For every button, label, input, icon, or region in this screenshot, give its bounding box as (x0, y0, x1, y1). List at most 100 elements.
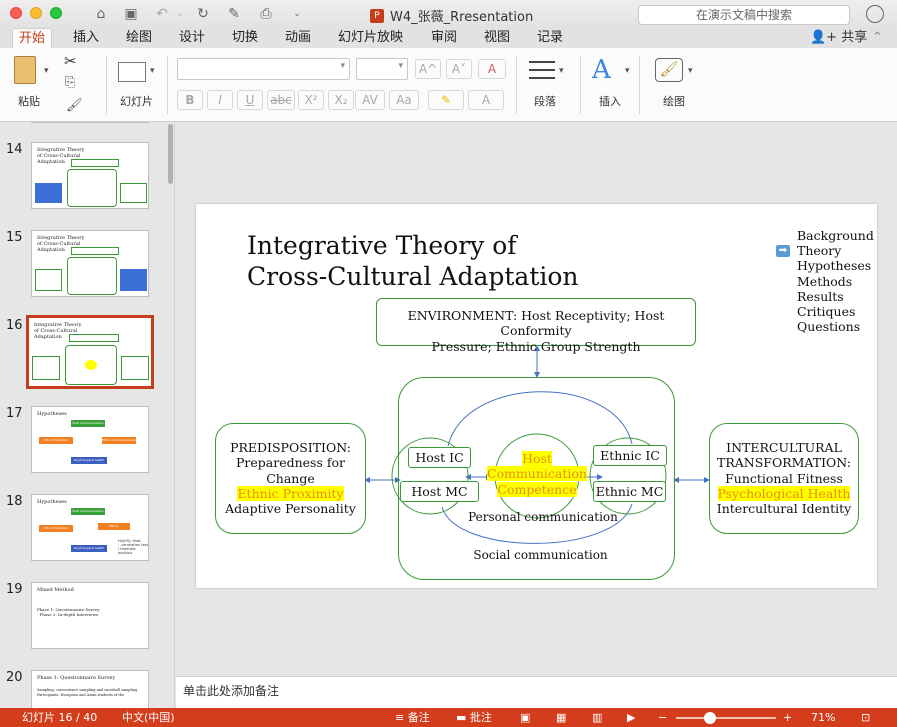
title-bar: ⌂ ▣ ↶ ⌄ ↻ ✎ ⎙ ⌄ P W4_张薇_Rresentation 在演示… (0, 0, 897, 28)
font-size-select[interactable]: ▾ (356, 58, 408, 80)
customize-toolbar-icon[interactable]: ⌄ (287, 5, 307, 23)
notes-pane[interactable]: 单击此处添加备注 (176, 676, 897, 708)
collapse-ribbon-icon[interactable]: ⌃ (872, 28, 883, 48)
normal-view-icon[interactable]: ▣ (520, 708, 530, 727)
new-slide-icon[interactable] (118, 62, 146, 82)
clear-format-icon[interactable]: A (478, 59, 506, 79)
thumbnail-box (32, 356, 60, 380)
share-button[interactable]: 👤+ 共享 (810, 28, 867, 48)
nav-item-critiques[interactable]: Critiques (797, 304, 874, 319)
underline-button[interactable]: U (237, 90, 263, 110)
undo-icon[interactable]: ↶ (152, 5, 172, 23)
intercultural-transformation-box[interactable]: INTERCULTURAL TRANSFORMATION: Functional… (709, 423, 859, 534)
paragraph-button[interactable]: 段落 (534, 93, 556, 109)
host-communication-competence[interactable]: Host Communication Competence (486, 451, 588, 497)
slide-thumbnail-15[interactable]: Integrative Theory of Cross-Cultural Ada… (31, 230, 149, 297)
search-input[interactable]: 在演示文稿中搜索 (638, 5, 850, 25)
tab-design[interactable]: 设计 (179, 28, 205, 48)
tab-slideshow[interactable]: 幻灯片放映 (338, 28, 403, 48)
highlight-icon[interactable]: ✎ (428, 90, 464, 110)
tab-record[interactable]: 记录 (537, 28, 563, 48)
slide-thumbnail-16[interactable]: Integrative Theory of Cross-Cultural Ada… (26, 315, 154, 389)
host-ic-box[interactable]: Host IC (408, 447, 471, 468)
grow-font-button[interactable]: A^ (415, 59, 441, 79)
home-icon[interactable]: ⌂ (91, 5, 111, 23)
slide-thumbnail-14[interactable]: Integrative Theory of Cross-Cultural Ada… (31, 142, 149, 209)
insert-button[interactable]: 插入 (599, 93, 621, 109)
slide-title[interactable]: Integrative Theory of Cross-Cultural Ada… (247, 230, 579, 292)
nav-item-methods[interactable]: Methods (797, 274, 874, 289)
superscript-button[interactable]: X² (298, 90, 324, 110)
close-window-button[interactable] (10, 7, 22, 19)
subscript-button[interactable]: X₂ (328, 90, 354, 110)
tab-draw[interactable]: 绘图 (126, 28, 152, 48)
notes-toggle[interactable]: ≡ 备注 (395, 708, 430, 727)
tab-review[interactable]: 审阅 (431, 28, 457, 48)
zoom-window-button[interactable] (50, 7, 62, 19)
draw-brush-icon[interactable]: 🖌 (655, 58, 683, 82)
zoom-out-button[interactable]: − (658, 708, 667, 727)
copy-icon[interactable]: ⎘ (65, 75, 75, 90)
comments-toggle[interactable]: ▬ 批注 (456, 708, 492, 727)
host-mc-box[interactable]: Host MC (400, 481, 479, 502)
zoom-slider-track[interactable] (676, 712, 776, 724)
tab-view[interactable]: 视图 (484, 28, 510, 48)
slide-thumbnail-17[interactable]: Hypotheses Host Communication Ethnic Pro… (31, 406, 149, 473)
save-icon[interactable]: ▣ (121, 5, 141, 23)
font-color-button[interactable]: A (468, 90, 504, 110)
font-family-select[interactable]: ▾ (177, 58, 350, 80)
draw-button[interactable]: 绘图 (663, 93, 685, 109)
zoom-slider-thumb[interactable] (704, 712, 716, 724)
tab-animations[interactable]: 动画 (285, 28, 311, 48)
tab-home[interactable]: 开始 (12, 28, 53, 48)
current-slide[interactable]: Integrative Theory of Cross-Cultural Ada… (196, 204, 877, 588)
zoom-in-button[interactable]: + (783, 708, 792, 727)
fit-slide-icon[interactable]: ⊡ (861, 708, 870, 727)
ethnic-ic-box[interactable]: Ethnic IC (593, 445, 667, 466)
insert-dropdown-icon[interactable]: ▾ (625, 66, 630, 76)
nav-item-theory[interactable]: Theory (797, 243, 874, 258)
print-icon[interactable]: ⎙ (256, 5, 276, 23)
slide-sorter-icon[interactable]: ▦ (556, 708, 566, 727)
thumbnail-scrollbar[interactable] (168, 124, 173, 184)
nav-item-questions[interactable]: Questions (797, 319, 874, 334)
reading-view-icon[interactable]: ▥ (592, 708, 602, 727)
slideshow-view-icon[interactable]: ▶ (627, 708, 635, 727)
character-spacing-button[interactable]: AV (355, 90, 385, 110)
redo-icon[interactable]: ↻ (193, 5, 213, 23)
undo-dropdown-icon[interactable]: ⌄ (170, 5, 190, 23)
slide-thumbnail-20[interactable]: Phase 1: Questionnaire Survey Sampling: … (31, 670, 149, 708)
language-indicator[interactable]: 中文(中国) (122, 708, 175, 727)
paste-button[interactable]: 粘贴 (18, 93, 40, 109)
nav-item-results[interactable]: Results (797, 289, 874, 304)
zoom-level[interactable]: 71% (811, 708, 835, 727)
slide-thumbnail-19[interactable]: Mixed Method Phase 1: Questionnaire Surv… (31, 582, 149, 649)
slides-button[interactable]: 幻灯片 (120, 93, 153, 109)
nav-item-background[interactable]: Background (797, 228, 874, 243)
insert-textbox-icon[interactable]: A (592, 56, 611, 84)
nav-item-hypotheses[interactable]: Hypotheses (797, 258, 874, 273)
clipboard-icon[interactable] (14, 56, 36, 84)
predisposition-box[interactable]: PREDISPOSITION: Preparedness for Change … (215, 423, 366, 534)
italic-button[interactable]: I (207, 90, 233, 110)
paragraph-icon[interactable] (529, 61, 555, 79)
help-icon[interactable] (866, 5, 884, 23)
format-painter-icon[interactable]: 🖌 (66, 98, 83, 113)
tab-transitions[interactable]: 切换 (232, 28, 258, 48)
change-case-button[interactable]: Aa (389, 90, 419, 110)
bold-button[interactable]: B (177, 90, 203, 110)
strikethrough-button[interactable]: abc (267, 90, 295, 110)
minimize-window-button[interactable] (30, 7, 42, 19)
environment-box[interactable]: ENVIRONMENT: Host Receptivity; Host Conf… (376, 298, 696, 354)
slide-thumbnails-panel[interactable]: 14 Integrative Theory of Cross-Cultural … (0, 122, 175, 708)
slide-thumbnail-18[interactable]: Hypotheses Host Communication Ethnic Pro… (31, 494, 149, 561)
cut-icon[interactable]: ✂ (64, 52, 77, 70)
paste-dropdown-icon[interactable]: ▾ (44, 66, 49, 76)
ethnic-mc-box[interactable]: Ethnic MC (593, 481, 666, 502)
paragraph-dropdown-icon[interactable]: ▾ (559, 66, 564, 76)
slide-dropdown-icon[interactable]: ▾ (150, 66, 155, 76)
draw-dropdown-icon[interactable]: ▾ (688, 66, 693, 76)
edit-icon[interactable]: ✎ (224, 5, 244, 23)
shrink-font-button[interactable]: A˅ (446, 59, 472, 79)
tab-insert[interactable]: 插入 (73, 28, 99, 48)
